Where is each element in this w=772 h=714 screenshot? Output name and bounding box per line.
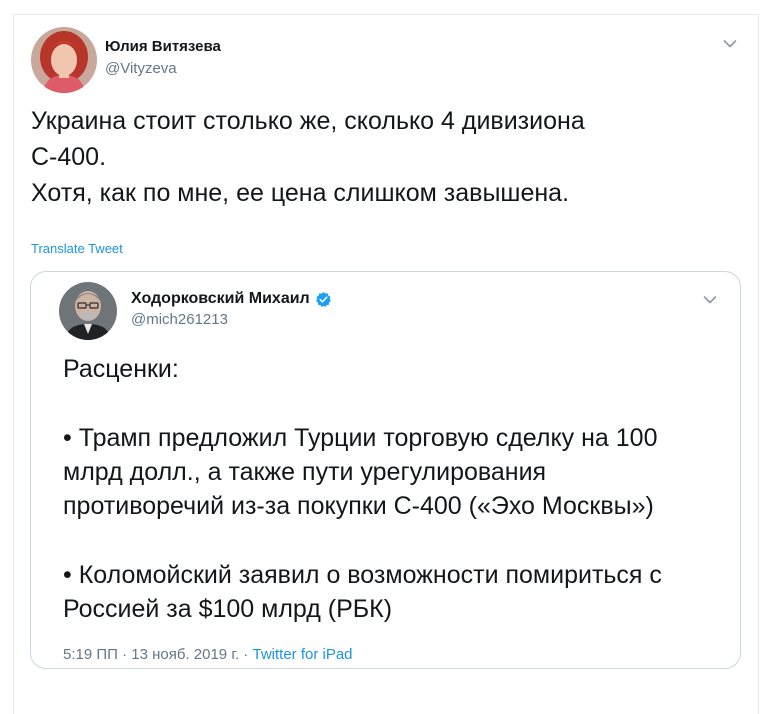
author-avatar[interactable] [31, 27, 97, 93]
quoted-text-line: противоречий из-за покупки С-400 («Эхо М… [63, 492, 654, 520]
author-handle[interactable]: @Vityzeva [105, 60, 177, 77]
quoted-tweet[interactable]: Ходорковский Михаил @mich261213 Расценки… [30, 271, 741, 669]
quoted-text-line: млрд долл., а также пути урегулирования [63, 458, 547, 486]
tweet-card: Юлия Витязева @Vityzeva Украина стоит ст… [13, 14, 759, 714]
quoted-author-name[interactable]: Ходорковский Михаил [131, 290, 310, 308]
meta-separator: · [239, 646, 253, 663]
tweet-text-line: Хотя, как по мне, ее цена слишком завыше… [31, 179, 570, 207]
chevron-down-icon[interactable] [723, 36, 737, 48]
quoted-author-handle[interactable]: @mich261213 [131, 311, 228, 328]
quoted-text-line: Россией за $100 млрд (РБК) [63, 595, 393, 623]
quoted-paragraph: Расценки: [63, 352, 728, 386]
quoted-author-name-row: Ходорковский Михаил [131, 290, 332, 308]
quoted-author-avatar[interactable] [59, 282, 117, 340]
translate-tweet-link[interactable]: Translate Tweet [31, 241, 123, 256]
quoted-text-line: • Коломойский заявил о возможности помир… [63, 561, 662, 589]
quoted-text-line: Расценки: [63, 355, 179, 383]
quoted-timestamp[interactable]: 5:19 ПП · 13 нояб. 2019 г. [63, 646, 239, 663]
quoted-text-line: • Трамп предложил Турции торговую сделку… [63, 424, 658, 452]
author-photo [31, 27, 97, 93]
quoted-source-link[interactable]: Twitter for iPad [252, 646, 352, 663]
tweet-text: Украина стоит столько же, сколько 4 диви… [31, 103, 731, 211]
quoted-tweet-text: Расценки: • Трамп предложил Турции торго… [63, 352, 728, 626]
verified-badge-icon [315, 291, 332, 308]
chevron-down-icon[interactable] [703, 292, 717, 304]
tweet-text-line: Украина стоит столько же, сколько 4 диви… [31, 107, 585, 135]
author-name[interactable]: Юлия Витязева [105, 38, 221, 55]
quoted-tweet-meta: 5:19 ПП · 13 нояб. 2019 г. · Twitter for… [63, 646, 353, 663]
quoted-author-photo [59, 282, 117, 340]
quoted-paragraph: • Трамп предложил Турции торговую сделку… [63, 421, 728, 523]
tweet-text-line: С-400. [31, 143, 107, 171]
quoted-paragraph: • Коломойский заявил о возможности помир… [63, 558, 728, 626]
